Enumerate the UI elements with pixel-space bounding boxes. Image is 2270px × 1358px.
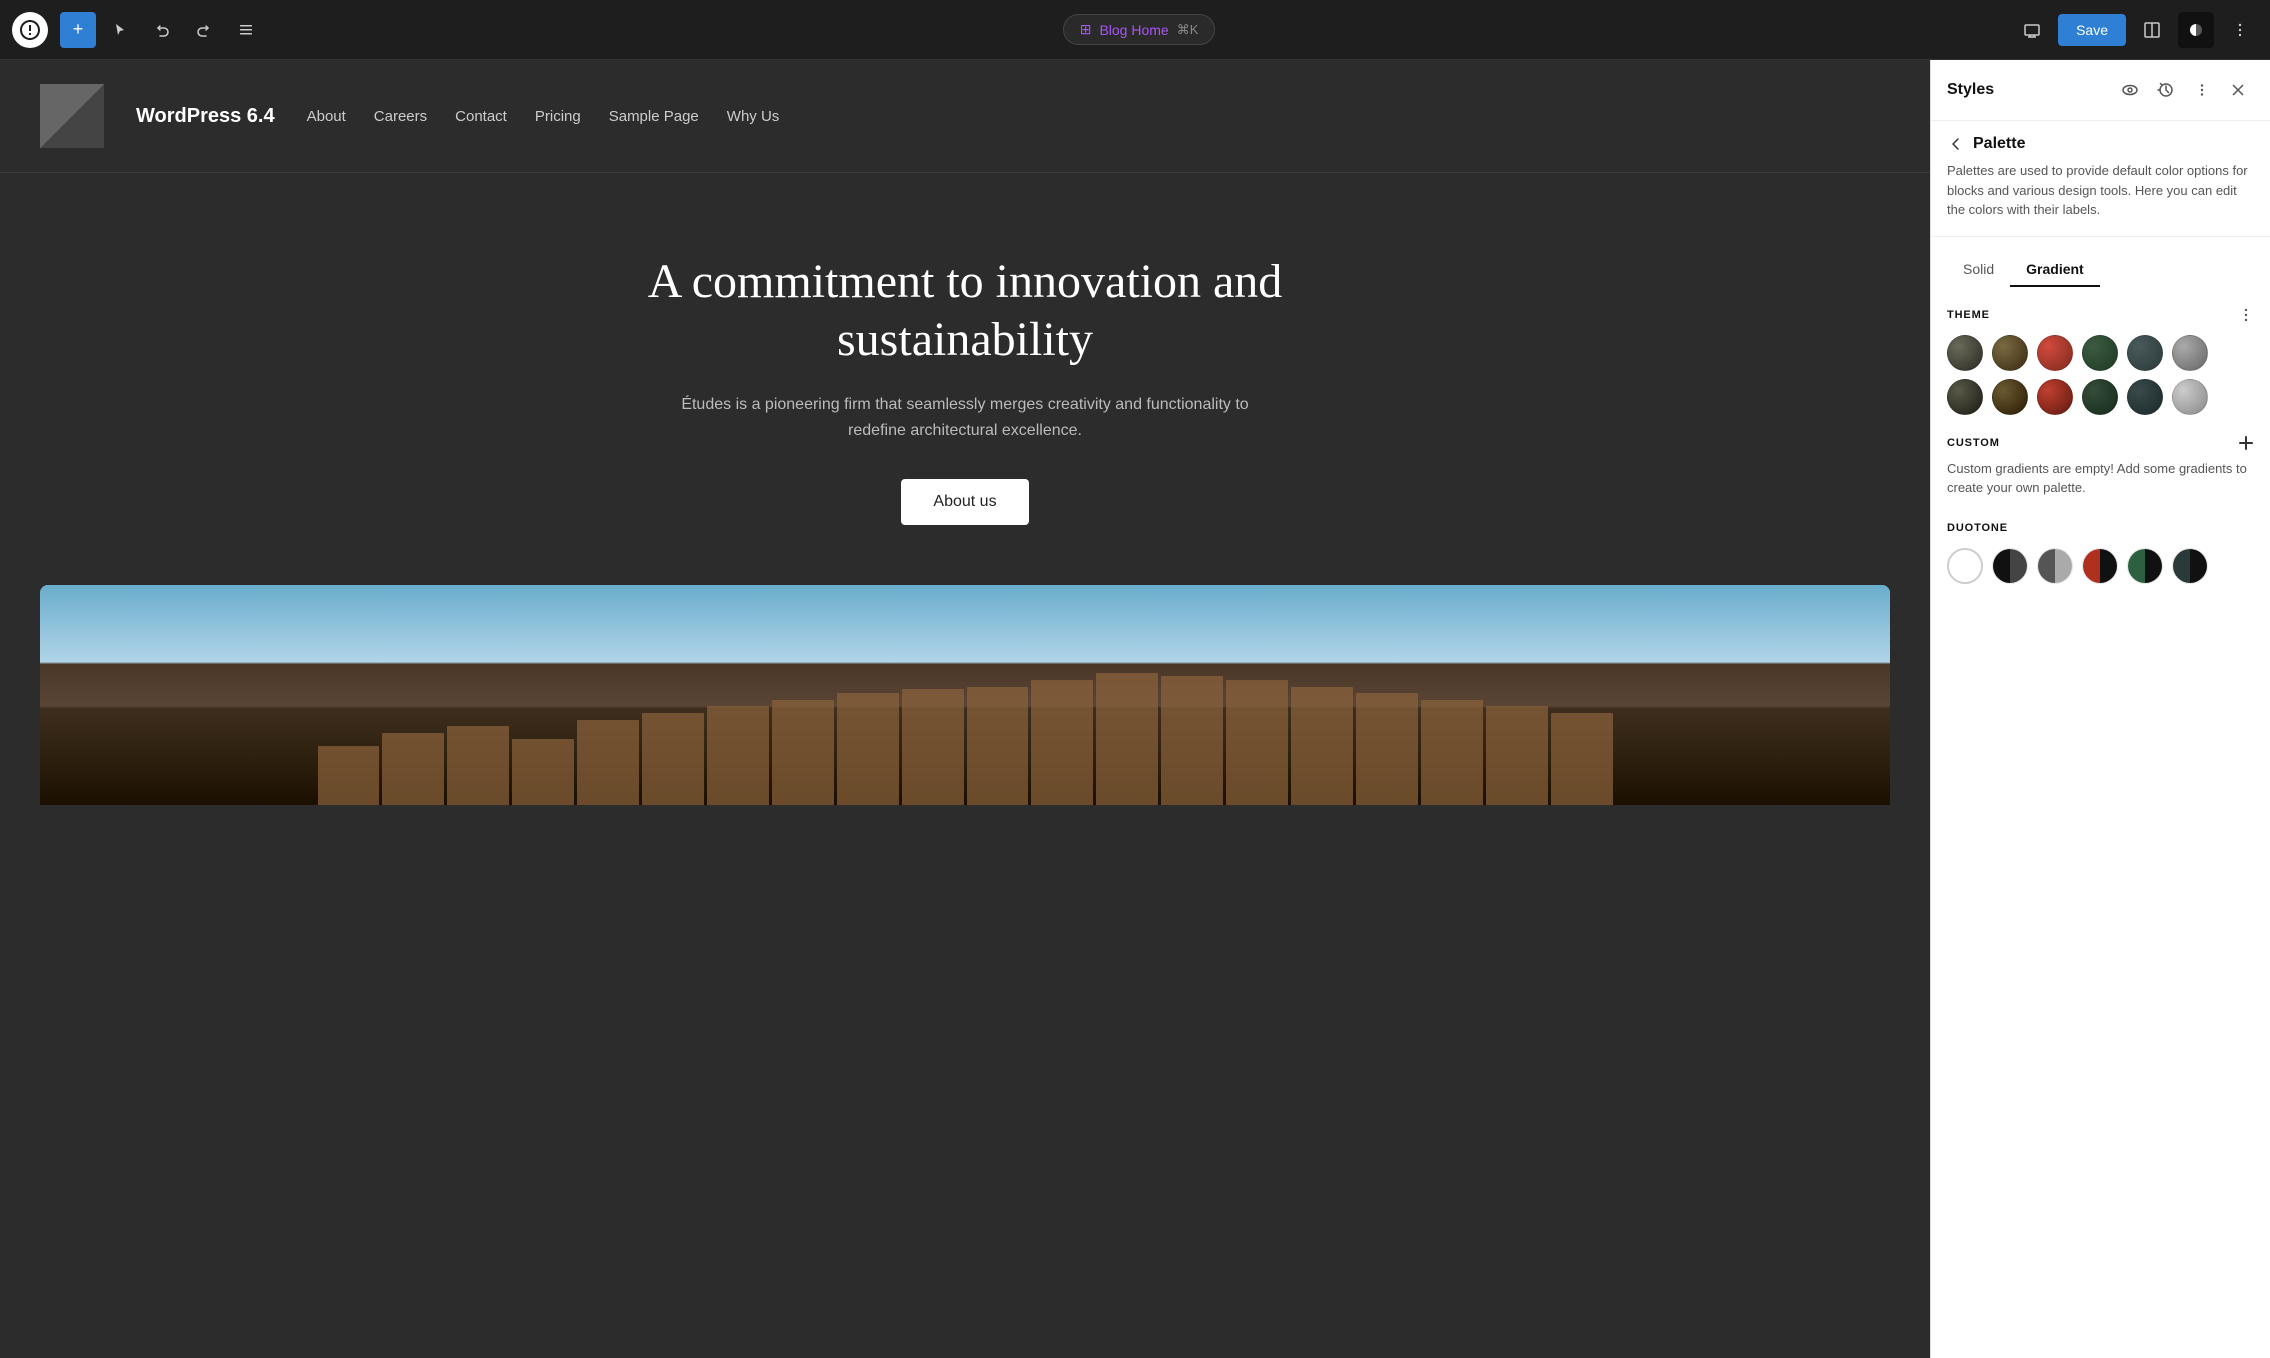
theme-swatch-5[interactable] bbox=[2127, 335, 2163, 371]
sidebar-header-icons bbox=[2114, 74, 2254, 106]
duotone-grid bbox=[1947, 548, 2254, 584]
tabs: Solid Gradient bbox=[1931, 237, 2270, 287]
sidebar-title: Styles bbox=[1947, 81, 1994, 99]
site-logo bbox=[40, 84, 104, 148]
sidebar-content: THEME bbox=[1931, 287, 2270, 1358]
toolbar-center: ⊞ Blog Home ⌘K bbox=[270, 14, 2008, 45]
undo-button[interactable] bbox=[144, 12, 180, 48]
duotone-swatch-2[interactable] bbox=[1992, 548, 2028, 584]
add-button[interactable]: + bbox=[60, 12, 96, 48]
theme-swatch-2[interactable] bbox=[1992, 335, 2028, 371]
wp-logo[interactable] bbox=[12, 12, 48, 48]
hero-section: A commitment to innovation and sustainab… bbox=[0, 173, 1930, 585]
nav-contact[interactable]: Contact bbox=[455, 108, 507, 125]
preview-button[interactable] bbox=[2114, 74, 2146, 106]
list-view-button[interactable] bbox=[228, 12, 264, 48]
duotone-swatch-4[interactable] bbox=[2082, 548, 2118, 584]
theme-swatch-11[interactable] bbox=[2127, 379, 2163, 415]
duotone-swatch-6[interactable] bbox=[2172, 548, 2208, 584]
nav-pricing[interactable]: Pricing bbox=[535, 108, 581, 125]
nav-about[interactable]: About bbox=[307, 108, 346, 125]
more-sidebar-button[interactable] bbox=[2186, 74, 2218, 106]
theme-swatch-9[interactable] bbox=[2037, 379, 2073, 415]
hero-subtitle: Études is a pioneering firm that seamles… bbox=[665, 392, 1265, 443]
site-nav: About Careers Contact Pricing Sample Pag… bbox=[307, 108, 1890, 125]
back-button[interactable] bbox=[1947, 135, 1965, 153]
theme-swatch-6[interactable] bbox=[2172, 335, 2208, 371]
hero-cta-button[interactable]: About us bbox=[901, 479, 1028, 525]
duotone-label: DUOTONE bbox=[1947, 522, 2008, 534]
palette-description: Palettes are used to provide default col… bbox=[1931, 161, 2270, 237]
site-header: WordPress 6.4 About Careers Contact Pric… bbox=[0, 60, 1930, 173]
palette-header: Palette bbox=[1931, 121, 2270, 161]
hero-title: A commitment to innovation and sustainab… bbox=[615, 253, 1315, 368]
theme-swatch-4[interactable] bbox=[2082, 335, 2118, 371]
custom-section: CUSTOM Custom gradients are empty! Add s… bbox=[1947, 435, 2254, 498]
theme-swatch-7[interactable] bbox=[1947, 379, 1983, 415]
select-tool-button[interactable] bbox=[102, 12, 138, 48]
custom-empty-text: Custom gradients are empty! Add some gra… bbox=[1947, 459, 2254, 498]
theme-more-button[interactable] bbox=[2238, 307, 2254, 323]
theme-swatch-1[interactable] bbox=[1947, 335, 1983, 371]
save-button[interactable]: Save bbox=[2058, 14, 2126, 46]
arch-lines bbox=[318, 673, 1613, 805]
theme-toggle-button[interactable] bbox=[2178, 12, 2214, 48]
close-panel-button[interactable] bbox=[2222, 74, 2254, 106]
redo-button[interactable] bbox=[186, 12, 222, 48]
nav-why-us[interactable]: Why Us bbox=[727, 108, 780, 125]
breadcrumb-shortcut: ⌘K bbox=[1177, 22, 1199, 38]
architecture-image bbox=[40, 585, 1890, 805]
duotone-swatch-1[interactable] bbox=[1947, 548, 1983, 584]
tab-gradient[interactable]: Gradient bbox=[2010, 253, 2100, 287]
styles-panel: Styles Palette bbox=[1930, 60, 2270, 1358]
duotone-swatch-3[interactable] bbox=[2037, 548, 2073, 584]
theme-swatch-12[interactable] bbox=[2172, 379, 2208, 415]
tab-solid[interactable]: Solid bbox=[1947, 253, 2010, 287]
device-preview-button[interactable] bbox=[2014, 12, 2050, 48]
duotone-swatch-5[interactable] bbox=[2127, 548, 2163, 584]
main-area: WordPress 6.4 About Careers Contact Pric… bbox=[0, 60, 2270, 1358]
nav-sample-page[interactable]: Sample Page bbox=[609, 108, 699, 125]
sidebar-header: Styles bbox=[1931, 60, 2270, 121]
layout-button[interactable] bbox=[2134, 12, 2170, 48]
theme-swatches-row1 bbox=[1947, 335, 2254, 371]
custom-label: CUSTOM bbox=[1947, 437, 2000, 449]
theme-swatch-10[interactable] bbox=[2082, 379, 2118, 415]
toolbar-right: Save bbox=[2014, 12, 2258, 48]
duotone-section: DUOTONE bbox=[1947, 518, 2254, 584]
theme-swatch-3[interactable] bbox=[2037, 335, 2073, 371]
canvas: WordPress 6.4 About Careers Contact Pric… bbox=[0, 60, 1930, 1358]
duotone-header: DUOTONE bbox=[1947, 518, 2254, 536]
site-name: WordPress 6.4 bbox=[136, 105, 275, 128]
history-button[interactable] bbox=[2150, 74, 2182, 106]
palette-title: Palette bbox=[1973, 135, 2025, 153]
theme-label: THEME bbox=[1947, 309, 1990, 321]
breadcrumb-pill[interactable]: ⊞ Blog Home ⌘K bbox=[1063, 14, 1216, 45]
toolbar: + ⊞ Blog Home ⌘K Save bbox=[0, 0, 2270, 60]
breadcrumb-label: Blog Home bbox=[1099, 22, 1168, 38]
theme-swatches-row2 bbox=[1947, 379, 2254, 415]
custom-section-header: CUSTOM bbox=[1947, 435, 2254, 451]
theme-swatch-8[interactable] bbox=[1992, 379, 2028, 415]
nav-careers[interactable]: Careers bbox=[374, 108, 427, 125]
more-options-button[interactable] bbox=[2222, 12, 2258, 48]
breadcrumb-icon: ⊞ bbox=[1080, 21, 1092, 38]
theme-section-header: THEME bbox=[1947, 307, 2254, 323]
add-custom-gradient-button[interactable] bbox=[2238, 435, 2254, 451]
